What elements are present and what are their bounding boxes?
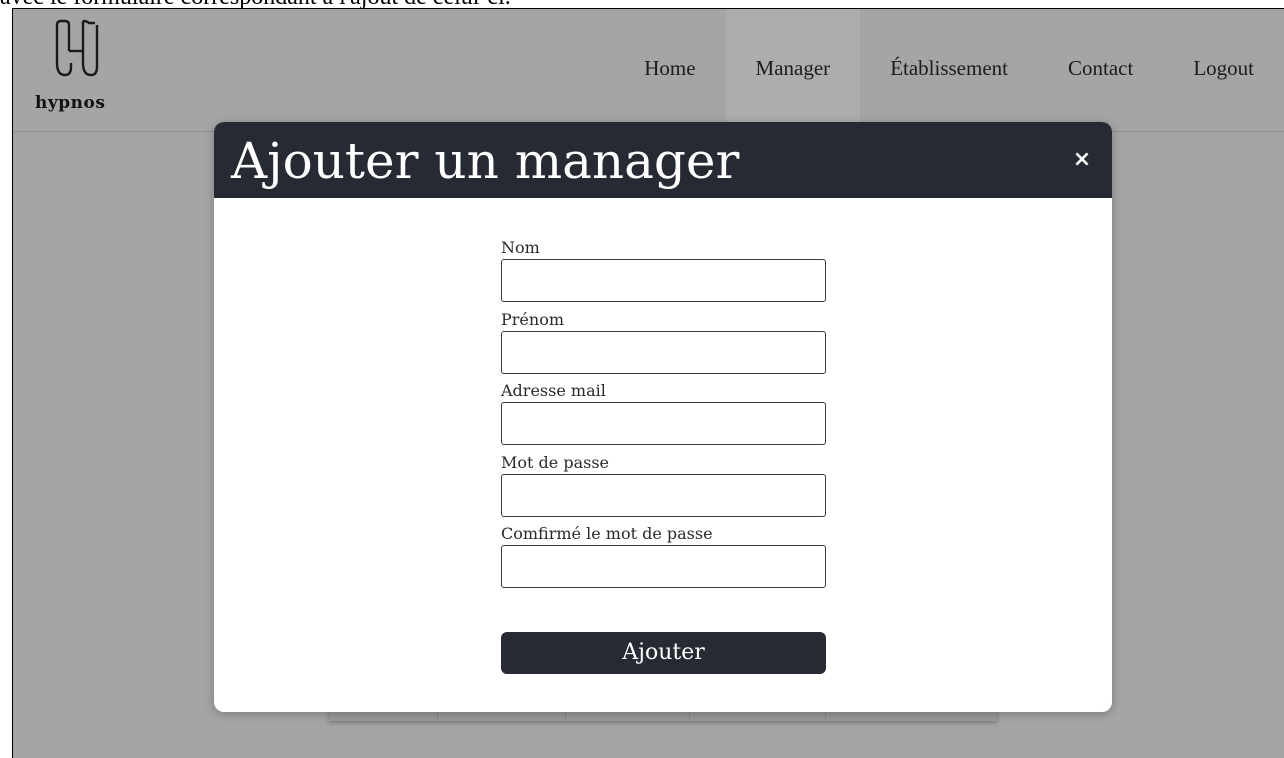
site-logo[interactable]: hypnos <box>35 17 125 113</box>
field-confirm-password: Comfirmé le mot de passe <box>501 523 826 595</box>
field-email: Adresse mail <box>501 380 826 452</box>
main-nav: Home Manager Établissement Contact Logou… <box>614 9 1284 131</box>
field-label: Prénom <box>501 309 564 329</box>
email-input[interactable] <box>501 402 826 445</box>
site-header: hypnos Home Manager Établissement Contac… <box>13 9 1284 132</box>
add-manager-form: Nom Prénom Adresse mail Mot de passe Com… <box>501 237 826 595</box>
close-icon[interactable]: × <box>1070 148 1094 172</box>
field-label: Comfirmé le mot de passe <box>501 524 713 543</box>
nav-item-logout[interactable]: Logout <box>1163 9 1284 131</box>
ajouter-button[interactable]: Ajouter <box>501 632 826 674</box>
field-label: Mot de passe <box>501 452 609 472</box>
nav-item-home[interactable]: Home <box>614 9 725 131</box>
hypnos-h-logo-icon <box>55 19 99 77</box>
confirm-password-input[interactable] <box>501 545 826 588</box>
password-input[interactable] <box>501 473 826 517</box>
prenom-input[interactable] <box>501 330 826 374</box>
modal-header: Ajouter un manager × <box>214 122 1112 198</box>
field-nom: Nom <box>501 237 826 309</box>
field-prenom: Prénom <box>501 309 826 381</box>
modal-title: Ajouter un manager <box>231 132 740 190</box>
document-caption: avec le formulaire correspondant à l'ajo… <box>0 0 1284 8</box>
nav-item-manager[interactable]: Manager <box>725 9 861 131</box>
add-manager-modal: Ajouter un manager × Nom Prénom Adresse … <box>214 122 1112 712</box>
field-label: Adresse mail <box>501 381 606 400</box>
nav-item-contact[interactable]: Contact <box>1038 9 1163 131</box>
field-label: Nom <box>501 238 540 257</box>
nom-input[interactable] <box>501 259 826 302</box>
logo-wordmark: hypnos <box>35 93 106 113</box>
browser-viewport: hypnos Home Manager Établissement Contac… <box>12 8 1284 758</box>
field-password: Mot de passe <box>501 452 826 524</box>
nav-item-etablissement[interactable]: Établissement <box>860 9 1038 131</box>
